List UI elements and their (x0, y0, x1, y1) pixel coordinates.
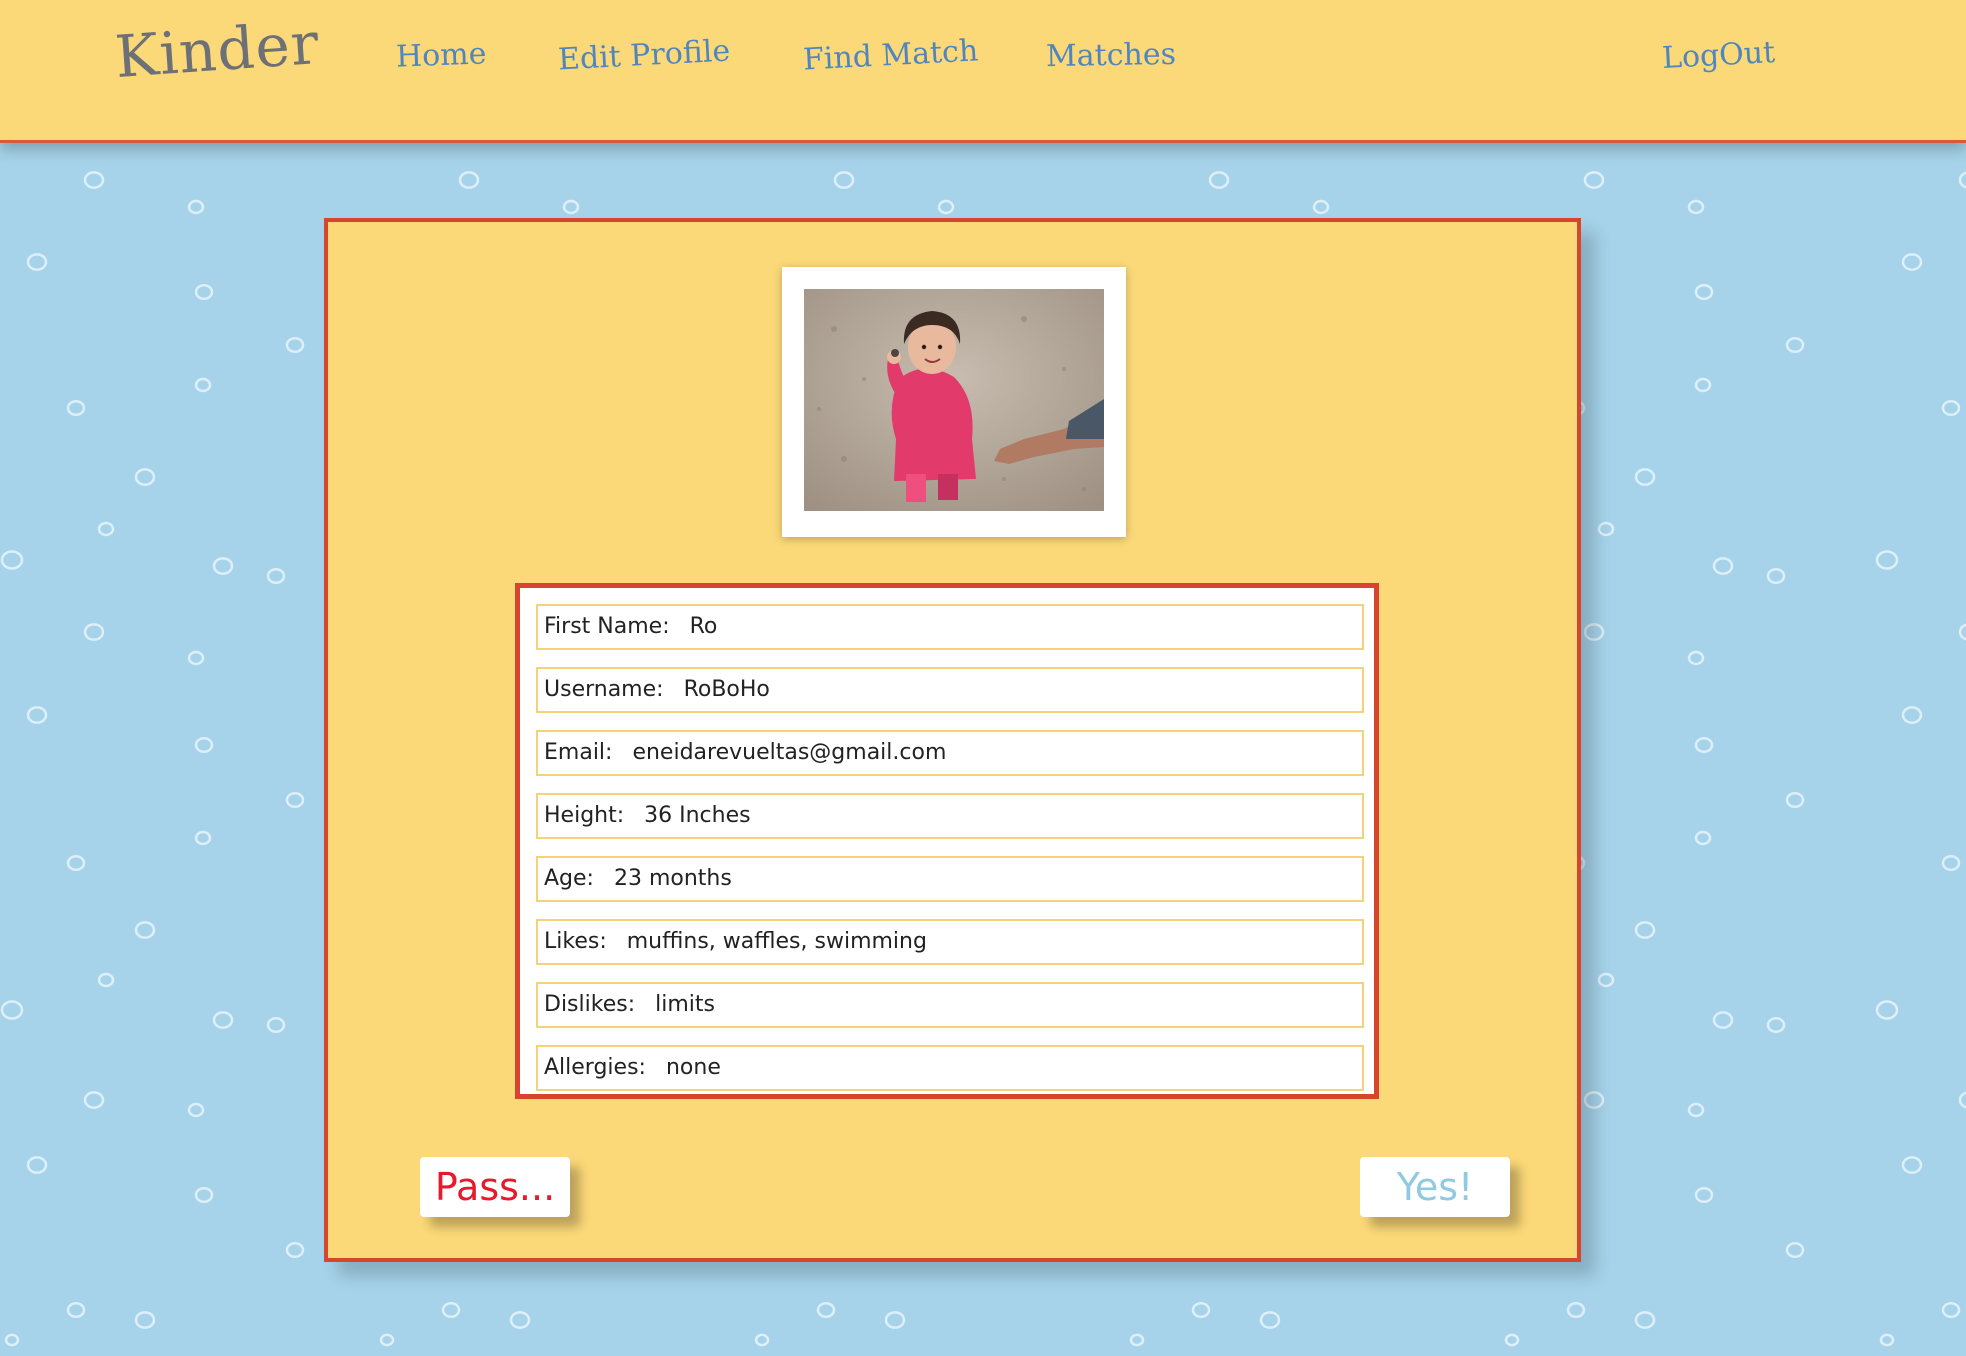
field-first-name: First Name: Ro (536, 604, 1364, 650)
field-age: Age: 23 months (536, 856, 1364, 902)
field-label: Likes: (544, 929, 607, 954)
brand-logo[interactable]: Kinder (113, 9, 322, 91)
field-value: limits (655, 992, 715, 1017)
nav-find-match-link[interactable]: Find Match (802, 33, 979, 77)
field-label: First Name: (544, 614, 670, 639)
field-height: Height: 36 Inches (536, 793, 1364, 839)
pass-button[interactable]: Pass... (420, 1157, 570, 1217)
field-value: 23 months (613, 866, 732, 891)
field-value: muffins, waffles, swimming (626, 929, 927, 954)
profile-photo (804, 289, 1104, 511)
profile-info-box: First Name: Ro Username: RoBoHo Email: enei… (515, 583, 1379, 1099)
field-label: Dislikes: (544, 992, 636, 1017)
field-label: Allergies: (544, 1055, 646, 1080)
field-label: Height: (544, 803, 625, 828)
field-email: Email: eneidarevueltas@gmail.com (536, 730, 1364, 776)
field-label: Username: (544, 677, 664, 702)
field-likes: Likes: muffins, waffles, swimming (536, 919, 1364, 965)
field-label: Email: (544, 740, 613, 765)
profile-photo-frame (782, 267, 1126, 537)
nav-home-link[interactable]: Home (395, 36, 487, 74)
nav-logout-link[interactable]: LogOut (1661, 35, 1776, 76)
field-username: Username: RoBoHo (536, 667, 1364, 713)
field-value: Ro (689, 614, 718, 639)
navbar: Kinder Home Edit Profile Find Match Matc… (0, 0, 1966, 143)
field-value: 36 Inches (644, 803, 751, 828)
field-value: none (665, 1055, 721, 1080)
nav-matches-link[interactable]: Matches (1046, 37, 1177, 74)
field-value: eneidarevueltas@gmail.com (632, 740, 947, 765)
yes-button[interactable]: Yes! (1360, 1157, 1510, 1217)
nav-edit-profile-link[interactable]: Edit Profile (557, 34, 731, 78)
field-value: RoBoHo (683, 677, 770, 702)
profile-card: First Name: Ro Username: RoBoHo Email: enei… (324, 218, 1581, 1262)
field-label: Age: (544, 866, 594, 891)
field-allergies: Allergies: none (536, 1045, 1364, 1091)
field-dislikes: Dislikes: limits (536, 982, 1364, 1028)
